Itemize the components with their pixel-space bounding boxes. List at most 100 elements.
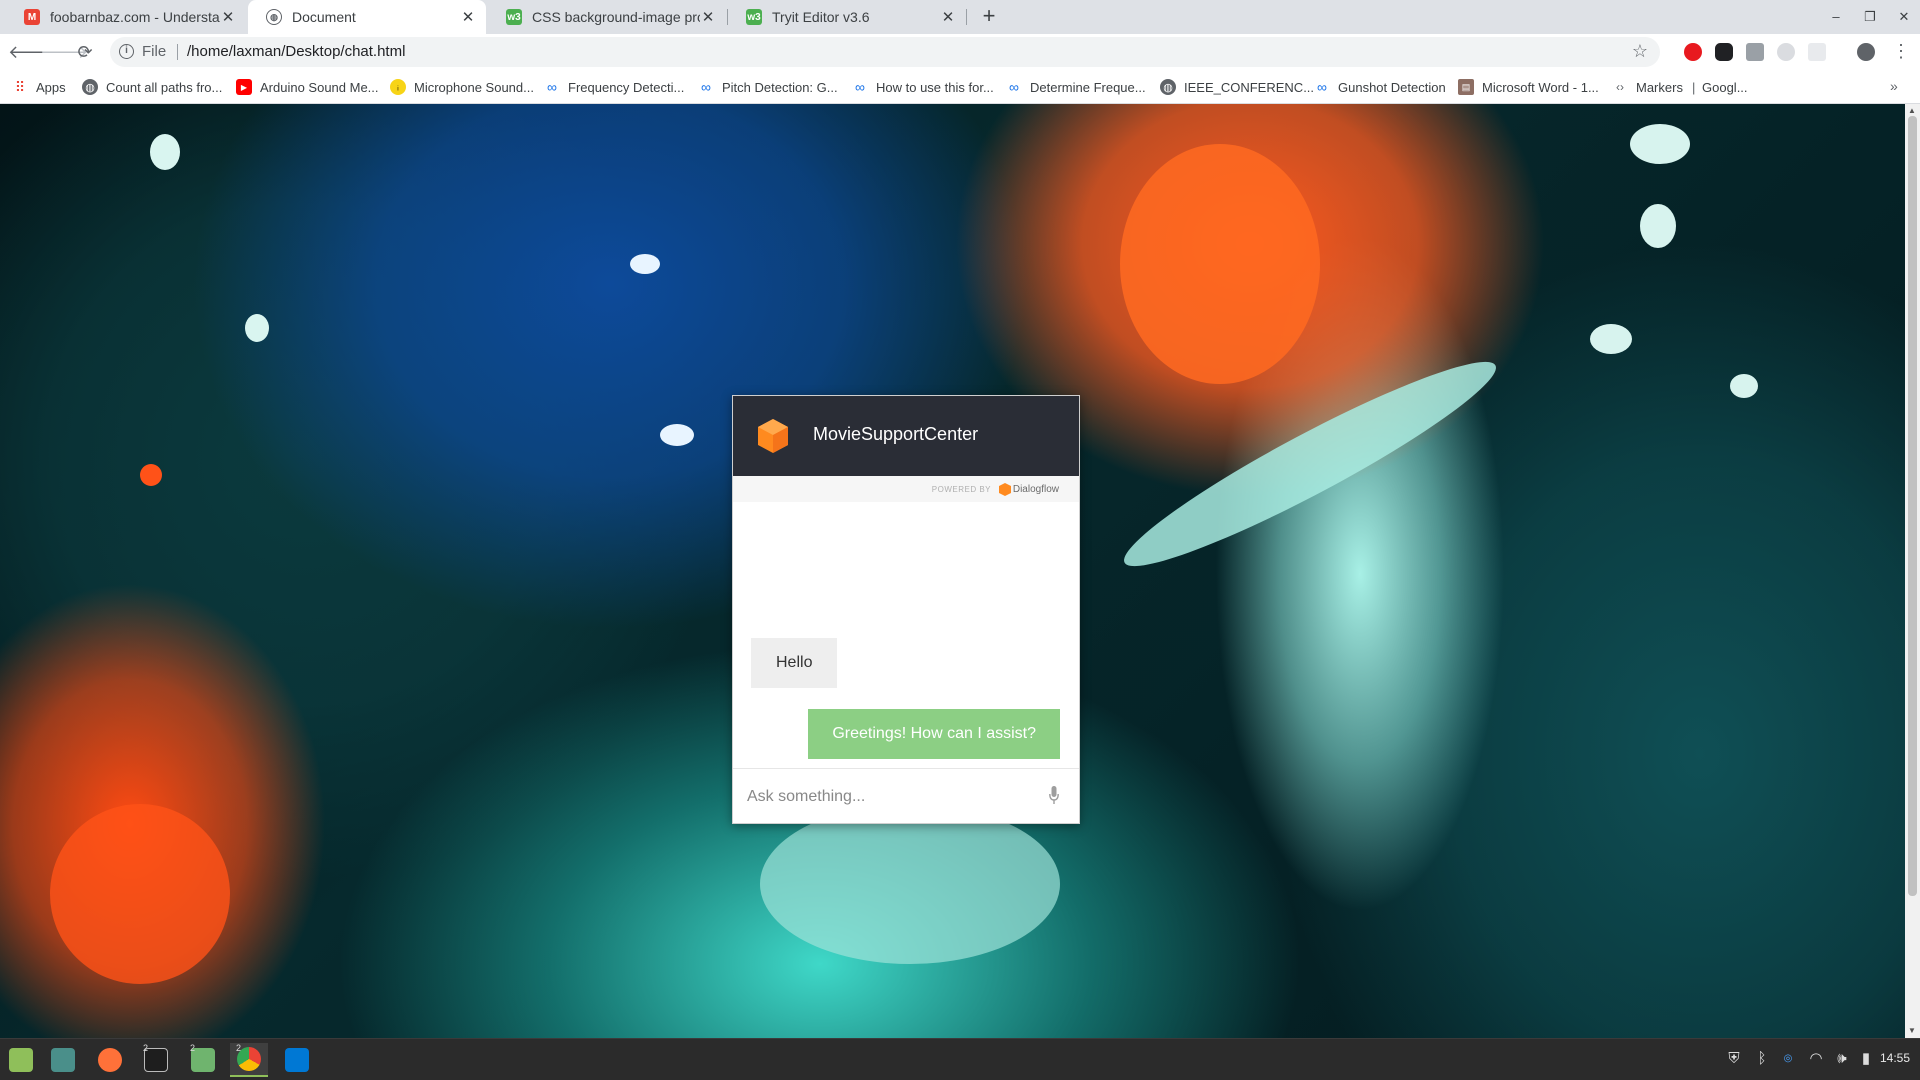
bookmark-extension-icon[interactable] (1746, 43, 1764, 61)
browser-toolbar: 🡐 🡒 ⟳ i File /home/laxman/Desktop/chat.h… (0, 34, 1920, 70)
reload-button[interactable]: ⟳ (72, 39, 98, 65)
chat-input-bar (733, 768, 1079, 823)
tab-foobarnbaz[interactable]: M foobarnbaz.com - Understandi ✕ (6, 0, 246, 34)
sync-extension-icon[interactable] (1715, 43, 1733, 61)
close-tab-icon[interactable]: ✕ (940, 8, 956, 26)
tab-title: Document (292, 9, 356, 25)
files-button[interactable]: 2 (184, 1043, 222, 1077)
dialogflow-logo-icon (758, 419, 788, 453)
bookmark-item[interactable]: ▤ Microsoft Word - 1... (1458, 70, 1599, 104)
firefox-button[interactable] (91, 1043, 129, 1077)
address-bar[interactable]: i File /home/laxman/Desktop/chat.html ☆ (110, 37, 1660, 67)
opera-extension-icon[interactable] (1684, 43, 1702, 61)
tab-css-background[interactable]: w3 CSS background-image proper ✕ (488, 0, 726, 34)
minimize-button[interactable]: – (1826, 7, 1846, 27)
tab-title: Tryit Editor v3.6 (772, 9, 870, 25)
bookmark-separator: | (1692, 79, 1696, 95)
bookmark-item[interactable]: ◍ Count all paths fro... (82, 70, 222, 104)
chat-header: MovieSupportCenter (733, 396, 1079, 476)
bookmark-item[interactable]: ∞ Gunshot Detection (1314, 70, 1446, 104)
w3schools-icon: w3 (506, 9, 522, 25)
paint-splash (1730, 374, 1758, 398)
mint-menu-button[interactable] (2, 1043, 40, 1077)
bookmark-label: Apps (36, 79, 66, 95)
scroll-up-icon[interactable]: ▲ (1908, 106, 1916, 115)
globe-icon: ◍ (82, 79, 98, 95)
bookmark-item[interactable]: ‹› Markers (1612, 70, 1683, 104)
bookmark-label: How to use this for... (876, 79, 994, 95)
bookmark-item[interactable]: Googl... (1702, 70, 1748, 104)
shield-icon[interactable]: ⛨ (1724, 1049, 1744, 1069)
paint-splash (245, 314, 269, 342)
forward-button[interactable]: 🡒 (40, 39, 88, 65)
back-button[interactable]: 🡐 (8, 39, 56, 65)
close-tab-icon[interactable]: ✕ (460, 8, 476, 26)
restore-button[interactable]: ❐ (1860, 7, 1880, 27)
paint-splash (1640, 204, 1676, 248)
window-count: 2 (236, 1043, 242, 1053)
terminal-button[interactable]: 2 (137, 1043, 175, 1077)
bookmark-star-icon[interactable]: ☆ (1632, 41, 1648, 62)
firefox-icon (98, 1048, 122, 1072)
tab-title: foobarnbaz.com - Understandi (50, 9, 220, 25)
globe-icon: ◍ (1160, 79, 1176, 95)
bookmark-item[interactable]: ▶ Arduino Sound Me... (236, 70, 379, 104)
apps-grid-icon: ⠿ (14, 78, 26, 95)
paint-splash (630, 254, 660, 274)
clock[interactable]: 14:55 (1880, 1051, 1910, 1065)
paint-splash (140, 464, 162, 486)
new-tab-button[interactable]: + (977, 5, 1001, 29)
code-icon: ‹› (1616, 80, 1624, 94)
bookmark-item[interactable]: ∞ Frequency Detecti... (544, 70, 684, 104)
bookmark-item[interactable]: ∞ How to use this for... (852, 70, 994, 104)
document-icon: ▤ (1458, 79, 1474, 95)
link-icon: ∞ (701, 79, 711, 95)
paint-splash (150, 134, 180, 170)
bookmark-item[interactable]: ᵢ Microphone Sound... (390, 70, 534, 104)
close-tab-icon[interactable]: ✕ (700, 8, 716, 26)
paint-streak (760, 804, 1060, 964)
microphone-icon[interactable] (1049, 786, 1059, 806)
intel-icon[interactable]: ◎ (1778, 1049, 1798, 1069)
dialogflow-icon (999, 483, 1011, 496)
bookmarks-overflow-icon[interactable]: » (1890, 78, 1898, 94)
bookmark-item[interactable]: ∞ Determine Freque... (1006, 70, 1146, 104)
powered-by-bar: POWERED BY Dialogflow (733, 476, 1079, 502)
bookmark-label: Pitch Detection: G... (722, 79, 838, 95)
menu-dots-icon[interactable]: ⋮ (1892, 41, 1910, 62)
tab-document[interactable]: ◍ Document ✕ (248, 0, 486, 34)
grey-extension-icon[interactable] (1777, 43, 1795, 61)
tab-title: CSS background-image proper (532, 9, 700, 25)
page-scrollbar[interactable]: ▲ ▼ (1905, 104, 1920, 1038)
blank-extension-icon[interactable] (1808, 43, 1826, 61)
paint-splash (50, 804, 230, 984)
bookmark-item[interactable]: ◍ IEEE_CONFERENC... (1160, 70, 1314, 104)
scroll-down-icon[interactable]: ▼ (1908, 1026, 1916, 1035)
show-desktop-button[interactable] (44, 1043, 82, 1077)
tab-tryit-editor[interactable]: w3 Tryit Editor v3.6 ✕ (728, 0, 966, 34)
wifi-icon[interactable]: ◠ (1806, 1049, 1826, 1069)
close-tab-icon[interactable]: ✕ (220, 8, 236, 26)
bookmark-apps[interactable]: ⠿ Apps (12, 70, 66, 104)
bookmark-label: Gunshot Detection (1338, 79, 1446, 95)
bookmark-label: Microphone Sound... (414, 79, 534, 95)
tab-strip: M foobarnbaz.com - Understandi ✕ ◍ Docum… (0, 0, 1920, 34)
vscode-button[interactable] (278, 1043, 316, 1077)
chat-input[interactable] (747, 783, 1037, 811)
scrollbar-thumb[interactable] (1908, 116, 1917, 896)
bluetooth-icon[interactable]: ᛒ (1752, 1049, 1772, 1069)
chat-title: MovieSupportCenter (813, 424, 979, 444)
profile-avatar[interactable] (1857, 43, 1875, 61)
url-scheme: File (142, 43, 167, 60)
battery-icon[interactable]: ▮ (1856, 1049, 1876, 1069)
close-window-button[interactable]: ✕ (1894, 7, 1914, 27)
mint-menu-icon (9, 1048, 33, 1072)
volume-icon[interactable]: 🕪 (1832, 1049, 1852, 1069)
info-icon[interactable]: i (119, 44, 134, 59)
tab-separator (966, 9, 967, 25)
paint-splash (1590, 324, 1632, 354)
chrome-button[interactable]: 2 (230, 1043, 268, 1077)
url-text[interactable]: /home/laxman/Desktop/chat.html (187, 43, 405, 60)
bookmark-item[interactable]: ∞ Pitch Detection: G... (698, 70, 838, 104)
show-desktop-icon (51, 1048, 75, 1072)
